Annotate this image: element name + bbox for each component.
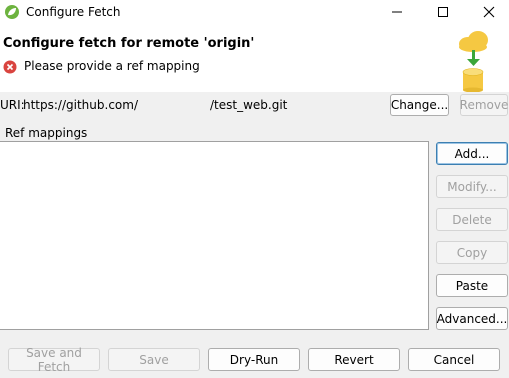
cloud-fetch-icon bbox=[456, 30, 492, 93]
minimize-icon bbox=[391, 6, 403, 21]
modify-mapping-button[interactable]: Modify... bbox=[436, 175, 508, 198]
spring-leaf-icon bbox=[4, 4, 20, 20]
maximize-icon bbox=[437, 6, 449, 21]
revert-button[interactable]: Revert bbox=[308, 348, 400, 371]
cancel-button[interactable]: Cancel bbox=[408, 348, 500, 371]
advanced-button[interactable]: Advanced... bbox=[436, 307, 508, 330]
error-icon bbox=[3, 60, 17, 74]
change-uri-button[interactable]: Change... bbox=[390, 94, 449, 116]
close-icon bbox=[483, 6, 495, 21]
close-button[interactable] bbox=[466, 0, 509, 26]
dialog-heading: Configure fetch for remote 'origin' bbox=[3, 36, 255, 51]
uri-value: https://github.com/ bbox=[23, 98, 138, 112]
dry-run-button[interactable]: Dry-Run bbox=[208, 348, 300, 371]
paste-mapping-button[interactable]: Paste bbox=[436, 274, 508, 297]
title-bar: Configure Fetch bbox=[0, 0, 509, 26]
save-and-fetch-button[interactable]: Save and Fetch bbox=[8, 346, 100, 374]
copy-mapping-button[interactable]: Copy bbox=[436, 241, 508, 264]
uri-label: URI: bbox=[0, 98, 25, 112]
dialog-header: Configure fetch for remote 'origin' Plea… bbox=[0, 26, 509, 93]
maximize-button[interactable] bbox=[420, 0, 466, 26]
uri-suffix: /test_web.git bbox=[210, 98, 288, 112]
window-title: Configure Fetch bbox=[26, 5, 121, 19]
save-button[interactable]: Save bbox=[108, 348, 200, 371]
delete-mapping-button[interactable]: Delete bbox=[436, 208, 508, 231]
minimize-button[interactable] bbox=[374, 0, 420, 26]
error-message: Please provide a ref mapping bbox=[24, 59, 200, 73]
add-mapping-button[interactable]: Add... bbox=[436, 142, 508, 165]
remove-uri-button[interactable]: Remove bbox=[460, 94, 508, 116]
ref-mappings-list[interactable] bbox=[0, 141, 429, 330]
ref-mappings-label: Ref mappings bbox=[5, 126, 88, 140]
